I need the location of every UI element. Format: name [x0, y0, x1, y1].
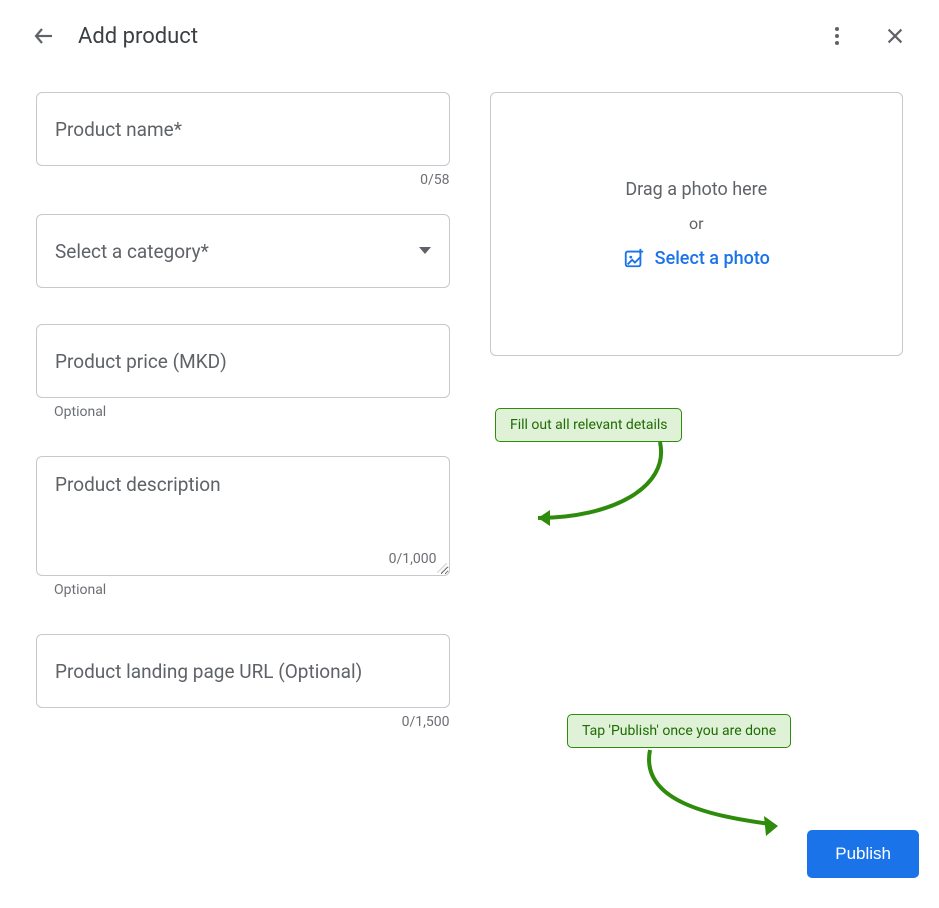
product-price-input[interactable]: Product price (MKD) [36, 324, 450, 398]
description-label: Product description [55, 473, 221, 496]
or-text: or [689, 214, 704, 233]
description-group: Product description 0/1,000 Optional [36, 456, 450, 598]
callout-fill-details: Fill out all relevant details [495, 408, 682, 442]
product-name-label: Product name* [55, 118, 182, 141]
drag-photo-text: Drag a photo here [625, 179, 767, 200]
dialog-header: Add product [0, 0, 939, 72]
url-label: Product landing page URL (Optional) [55, 660, 362, 683]
category-label: Select a category* [55, 240, 209, 263]
product-description-textarea[interactable]: Product description 0/1,000 [36, 456, 450, 576]
price-group: Product price (MKD) Optional [36, 324, 450, 420]
form-content: Product name* 0/58 Select a category* Pr… [0, 72, 939, 766]
category-group: Select a category* [36, 214, 450, 288]
product-url-input[interactable]: Product landing page URL (Optional) [36, 634, 450, 708]
description-counter: 0/1,000 [389, 551, 437, 567]
url-counter: 0/1,500 [36, 714, 450, 730]
url-group: Product landing page URL (Optional) 0/1,… [36, 634, 450, 730]
publish-button-label: Publish [835, 844, 891, 863]
back-button[interactable] [24, 16, 64, 56]
category-select[interactable]: Select a category* [36, 214, 450, 288]
close-icon [884, 25, 906, 47]
callout-tap-publish: Tap 'Publish' once you are done [567, 714, 791, 748]
photo-dropzone[interactable]: Drag a photo here or Select a photo [490, 92, 904, 356]
page-title: Add product [78, 24, 817, 49]
add-photo-icon [623, 247, 645, 269]
select-photo-text: Select a photo [655, 248, 770, 269]
arrow-left-icon [32, 24, 56, 48]
product-name-group: Product name* 0/58 [36, 92, 450, 188]
resize-handle-icon[interactable] [437, 563, 447, 573]
description-helper: Optional [36, 582, 450, 598]
product-name-input[interactable]: Product name* [36, 92, 450, 166]
more-options-button[interactable] [817, 16, 857, 56]
chevron-down-icon [419, 247, 431, 255]
price-helper: Optional [36, 404, 450, 420]
publish-button[interactable]: Publish [807, 830, 919, 878]
product-name-counter: 0/58 [36, 172, 450, 188]
more-vert-icon [825, 24, 849, 48]
select-photo-button[interactable]: Select a photo [623, 247, 770, 269]
close-button[interactable] [875, 16, 915, 56]
price-label: Product price (MKD) [55, 350, 227, 373]
form-left-column: Product name* 0/58 Select a category* Pr… [36, 92, 450, 766]
